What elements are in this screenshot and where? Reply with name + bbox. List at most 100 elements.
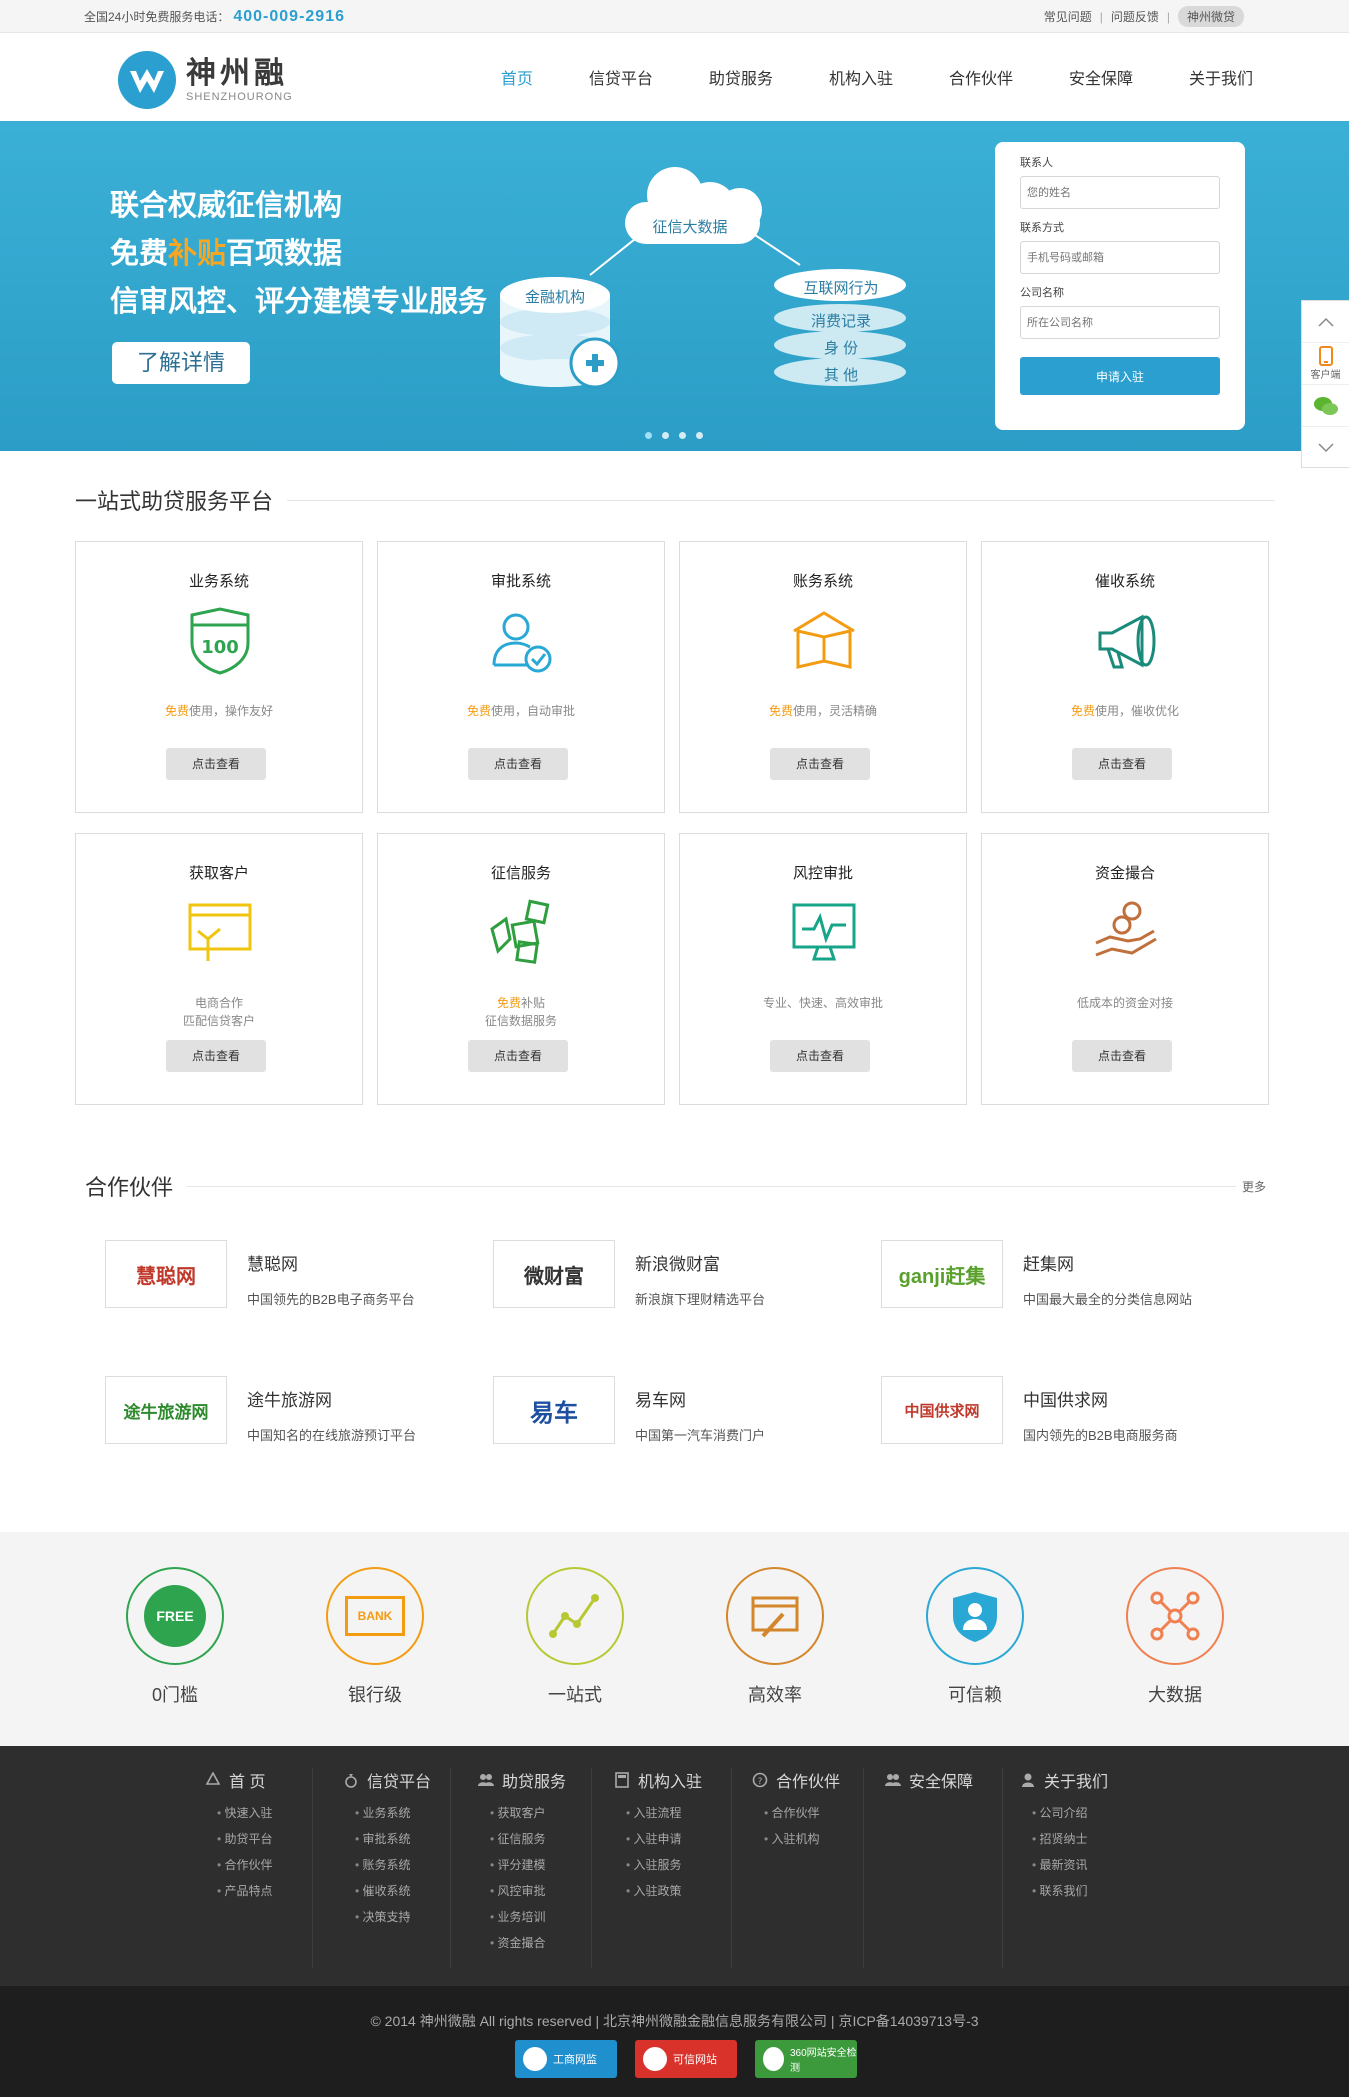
partners-more-link[interactable]: 更多: [1235, 1178, 1266, 1195]
footer-link[interactable]: 决策支持: [355, 1904, 450, 1930]
carousel-dot[interactable]: [645, 432, 652, 439]
card-desc: 专业、快速、高效审批: [762, 996, 883, 1010]
document-pen-icon: [726, 1567, 824, 1665]
footer-link[interactable]: 催收系统: [355, 1878, 450, 1904]
megaphone-icon: [1098, 614, 1156, 669]
partner-item[interactable]: 微财富 新浪微财富 新浪旗下理财精选平台: [493, 1240, 881, 1308]
trust-badge[interactable]: 工商网监: [515, 2040, 617, 2078]
partner-item[interactable]: 易车 易车网 中国第一汽车消费门户: [493, 1376, 881, 1444]
service-card: 资金撮合 低成本的资金对接 点击查看: [981, 833, 1269, 1105]
hand-coins-icon: [1095, 901, 1157, 957]
card-desc: 免费使用，催收优化: [1070, 704, 1180, 718]
card-title: 账务系统: [792, 573, 853, 590]
footer-link[interactable]: 审批系统: [355, 1826, 450, 1852]
partner-desc: 中国最大最全的分类信息网站: [1023, 1292, 1193, 1307]
footer-link[interactable]: 征信服务: [490, 1826, 591, 1852]
footer-link[interactable]: 产品特点: [217, 1878, 312, 1904]
footer-heading[interactable]: 关于我们: [1020, 1768, 1130, 1792]
book-house-icon: [793, 611, 855, 669]
footer-link[interactable]: 入驻政策: [626, 1878, 731, 1904]
footer-heading[interactable]: 信贷平台: [343, 1768, 450, 1792]
scroll-up-button[interactable]: [1302, 301, 1349, 343]
trust-badge[interactable]: 可信网站: [635, 2040, 737, 2078]
footer-column: 关于我们 公司介绍招贤纳士最新资讯联系我们: [1020, 1768, 1130, 1968]
view-button[interactable]: 点击查看: [468, 748, 568, 780]
footer-link[interactable]: 资金撮合: [490, 1930, 591, 1956]
window-arrow-icon: [188, 903, 252, 961]
mobile-phone-icon: [1318, 346, 1333, 366]
footer-link[interactable]: 最新资讯: [1032, 1852, 1130, 1878]
cloud-label: 征信大数据: [652, 219, 728, 236]
footer-link[interactable]: 账务系统: [355, 1852, 450, 1878]
view-button[interactable]: 点击查看: [166, 748, 266, 780]
footer-link[interactable]: 联系我们: [1032, 1878, 1130, 1904]
footer-link[interactable]: 助贷平台: [217, 1826, 312, 1852]
contact-input[interactable]: [1020, 176, 1220, 209]
slogan-line-2: 免费补贴百项数据: [110, 238, 343, 270]
carousel-dot[interactable]: [679, 432, 686, 439]
shield-user-icon: [926, 1567, 1024, 1665]
view-button[interactable]: 点击查看: [770, 1040, 870, 1072]
company-input[interactable]: [1020, 306, 1220, 339]
tag-label: 互联网行为: [803, 280, 879, 297]
carousel-dot[interactable]: [696, 432, 703, 439]
footer-link[interactable]: 评分建模: [490, 1852, 591, 1878]
footer-heading[interactable]: 助贷服务: [478, 1768, 591, 1792]
tag-label: 消费记录: [810, 313, 871, 330]
footer-heading[interactable]: 首 页: [205, 1768, 312, 1792]
feature-label: 大数据: [1148, 1685, 1202, 1705]
partner-item[interactable]: 慧聪网 慧聪网 中国领先的B2B电子商务平台: [105, 1240, 493, 1308]
footer-heading[interactable]: 安全保障: [885, 1768, 1002, 1792]
partner-name: 赶集网: [1023, 1255, 1074, 1274]
carousel-dot[interactable]: [662, 432, 669, 439]
phone-input[interactable]: [1020, 241, 1220, 274]
footer-heading[interactable]: 机构入驻: [614, 1768, 731, 1792]
apply-button[interactable]: 申请入驻: [1020, 357, 1220, 395]
trust-badge[interactable]: 360网站安全检测: [755, 2040, 857, 2078]
view-button[interactable]: 点击查看: [166, 1040, 266, 1072]
learn-more-button[interactable]: 了解详情: [112, 342, 250, 384]
footer-link[interactable]: 获取客户: [490, 1800, 591, 1826]
services-title: 一站式助贷服务平台: [75, 484, 288, 516]
scroll-down-button[interactable]: [1302, 427, 1349, 469]
partner-item[interactable]: 途牛旅游网 途牛旅游网 中国知名的在线旅游预订平台: [105, 1376, 493, 1444]
footer-link[interactable]: 业务系统: [355, 1800, 450, 1826]
footer-link[interactable]: 入驻服务: [626, 1852, 731, 1878]
wechat-button[interactable]: [1302, 385, 1349, 427]
partner-item[interactable]: 中国供求网 中国供求网 国内领先的B2B电商服务商: [881, 1376, 1269, 1444]
footer-heading[interactable]: ? 合作伙伴: [752, 1768, 863, 1792]
footer-link[interactable]: 入驻机构: [764, 1826, 863, 1852]
footer-link[interactable]: 合作伙伴: [217, 1852, 312, 1878]
card-desc: 免费补贴 征信数据服务: [484, 996, 557, 1028]
partner-item[interactable]: ganji赶集 赶集网中国最大最全的分类信息网站: [881, 1240, 1269, 1308]
feature-item: FREE 0门槛: [125, 1567, 225, 1707]
footer-link[interactable]: 入驻流程: [626, 1800, 731, 1826]
partner-desc: 新浪旗下理财精选平台: [635, 1292, 766, 1307]
card-title: 获取客户: [188, 865, 249, 882]
service-card: 征信服务 免费补贴 征信数据服务 点击查看: [377, 833, 665, 1105]
view-button[interactable]: 点击查看: [770, 748, 870, 780]
footer-link[interactable]: 公司介绍: [1032, 1800, 1130, 1826]
footer-column: 信贷平台 业务系统审批系统账务系统催收系统决策支持: [343, 1768, 451, 1968]
card-title: 催收系统: [1094, 573, 1155, 590]
bank-icon: BANK: [326, 1567, 424, 1665]
badge-icon: [643, 2047, 667, 2071]
footer-link[interactable]: 快速入驻: [217, 1800, 312, 1826]
footer-link[interactable]: 业务培训: [490, 1904, 591, 1930]
client-app-button[interactable]: 客户端: [1302, 343, 1349, 385]
footer-link[interactable]: 风控审批: [490, 1878, 591, 1904]
footer-link[interactable]: 入驻申请: [626, 1826, 731, 1852]
partner-logo: ganji赶集: [881, 1240, 1003, 1308]
chevron-up-icon: [1317, 317, 1334, 327]
view-button[interactable]: 点击查看: [1072, 748, 1172, 780]
view-button[interactable]: 点击查看: [468, 1040, 568, 1072]
footer-column: ?合作伙伴 合作伙伴入驻机构: [752, 1768, 864, 1968]
card-desc: 免费使用，灵活精确: [768, 704, 878, 718]
footer-link[interactable]: 合作伙伴: [764, 1800, 863, 1826]
view-button[interactable]: 点击查看: [1072, 1040, 1172, 1072]
card-title: 业务系统: [188, 573, 249, 590]
monitor-pulse-icon: [792, 903, 856, 961]
stack-label: 金融机构: [524, 289, 585, 306]
footer-link[interactable]: 招贤纳士: [1032, 1826, 1130, 1852]
calculator-icon: [615, 1772, 629, 1788]
